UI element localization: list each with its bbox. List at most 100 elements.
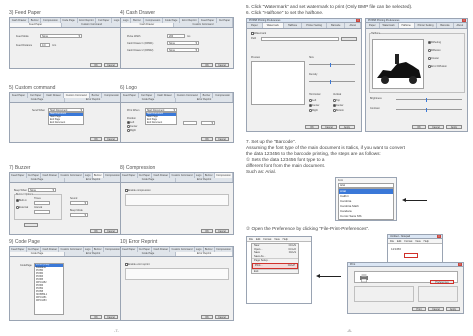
tab-halftone[interactable]: Halftone [284,23,303,28]
close-icon[interactable]: × [458,263,462,266]
tab[interactable]: Code Page [10,97,66,102]
ok-button[interactable]: OK [90,315,102,319]
menu-help[interactable]: Help [283,238,288,241]
ok-button[interactable]: OK [90,63,102,67]
halftone-option[interactable]: Error Diffusion [428,65,447,68]
error-reprint-checkbox[interactable]: Enable error reprint [125,263,150,266]
tab-barcode[interactable]: Barcode [437,23,454,28]
code-page-list[interactable]: PC437(USA) Katakana PC850 PC860 PC863 PC… [34,263,64,315]
cancel-button[interactable]: Cancel [321,125,337,129]
pulse-width-input[interactable]: 200 [167,34,185,38]
compression-checkbox[interactable]: Enable compression [125,189,151,192]
apply-button[interactable]: Apply [339,125,355,129]
position-center[interactable]: Center [127,125,138,128]
beep-mode-select[interactable] [70,213,88,217]
tab-printer-setting[interactable]: Printer Setting [302,23,328,28]
tab[interactable]: Code Page [121,251,177,256]
cancel-button[interactable]: Cancel [428,307,444,311]
h-right-radio[interactable]: Right [309,109,318,112]
list-item[interactable]: End Document [49,122,83,125]
ok-button[interactable]: OK [90,229,102,233]
h-left-radio[interactable]: Left [309,99,316,102]
tab-watermark[interactable]: Watermark [262,23,284,28]
apply-button[interactable]: Apply [446,307,460,311]
cancel-button[interactable]: Cancel [104,63,118,67]
tab-printer-setting[interactable]: Printer Setting [415,23,438,28]
menu-edit[interactable]: Edit [397,240,401,243]
menu-view[interactable]: View [274,238,279,241]
menu-format[interactable]: Format [404,240,412,243]
tab-feed-paper[interactable]: Feed Paper [10,22,63,27]
tab[interactable]: Error Reprint [65,251,123,256]
tab[interactable]: Code Page [10,177,66,182]
ok-button[interactable]: OK [201,315,213,319]
drawer1-select[interactable]: None [167,41,199,45]
cancel-button[interactable]: Cancel [104,229,118,233]
cancel-button[interactable]: Cancel [215,137,229,141]
size-slider[interactable] [309,62,355,67]
menu-file[interactable]: File [390,240,394,243]
tab-code-page[interactable]: Code Page [10,251,66,256]
tab-error-reprint[interactable]: Error Reprint [176,251,234,256]
tab[interactable]: Custom Command [174,22,233,27]
interval-input[interactable] [34,210,50,214]
cancel-button[interactable]: Cancel [215,229,229,233]
ok-button[interactable]: OK [305,125,319,129]
tab-cash-drawer[interactable]: Cash Drawer [121,22,174,27]
tab-paper[interactable]: Paper [366,23,380,28]
list-item[interactable]: Comic Sans MS [339,214,393,219]
ok-button[interactable]: OK [90,137,102,141]
sound-select[interactable] [70,201,88,205]
tab-halftone[interactable]: Halftone [398,23,415,28]
list-item[interactable]: WPC1253 [35,300,63,303]
tab[interactable]: Code Page [121,97,177,102]
h-center-radio[interactable]: Center [309,104,320,107]
cancel-button[interactable]: Cancel [215,315,229,319]
menu-edit[interactable]: Edit [256,238,260,241]
cancel-button[interactable]: Cancel [215,63,229,67]
tab[interactable]: Code Page [121,177,177,182]
menu-item-exit[interactable]: Exit [252,268,298,274]
contrast-slider[interactable] [396,107,462,112]
halftone-option[interactable]: Cluster [428,57,439,60]
tab[interactable]: Error Reprint [65,177,123,182]
ok-button[interactable]: OK [201,137,213,141]
density-slider[interactable] [309,79,355,84]
preferences-button[interactable]: Preferences [430,280,454,284]
logo-y-select[interactable] [201,121,215,125]
close-icon[interactable]: × [356,19,360,22]
feed-distance-input[interactable]: 0.0 [40,43,50,47]
menu-file[interactable]: File [249,238,253,241]
tab-paper[interactable]: Paper [247,23,263,28]
menu-view[interactable]: View [415,240,420,243]
ok-button[interactable]: OK [412,125,426,129]
tab[interactable]: Error Reprint [65,97,123,102]
v-center-radio[interactable]: Center [333,104,344,107]
feed-mode-select[interactable]: None [40,34,82,38]
font-input[interactable]: Arial [338,183,394,188]
ok-button[interactable]: OK [201,229,213,233]
test-button[interactable] [24,223,38,227]
times-input[interactable] [34,201,50,205]
position-right[interactable]: Right [127,129,136,132]
print-button[interactable]: Print [412,307,426,311]
list-item[interactable]: End Document [146,122,176,125]
tab-barcode[interactable]: Barcode [327,23,346,28]
font-list[interactable]: Arial Calibri Cambria Cambria Math Canda… [338,188,394,220]
menu-format[interactable]: Format [263,238,271,241]
tab-watermark[interactable]: Watermark [380,23,399,28]
halftone-option[interactable]: Diffusion [428,49,441,52]
watermark-checkbox[interactable]: Watermark [251,32,266,35]
tab-about[interactable]: About [454,23,467,28]
tab-about[interactable]: About [345,23,362,28]
v-top-radio[interactable]: Top [333,99,340,102]
cancel-button[interactable]: Cancel [428,125,444,129]
tab[interactable]: Error Reprint [176,177,234,182]
close-icon[interactable]: × [462,19,466,22]
drawer2-select[interactable]: None [167,48,199,52]
halftone-option[interactable]: Dithering [428,41,441,44]
tab[interactable]: Error Reprint [176,97,234,102]
v-bottom-radio[interactable]: Bottom [333,109,344,112]
beep-when-select[interactable]: None [28,188,56,192]
buzzer-external[interactable]: External [16,206,28,209]
